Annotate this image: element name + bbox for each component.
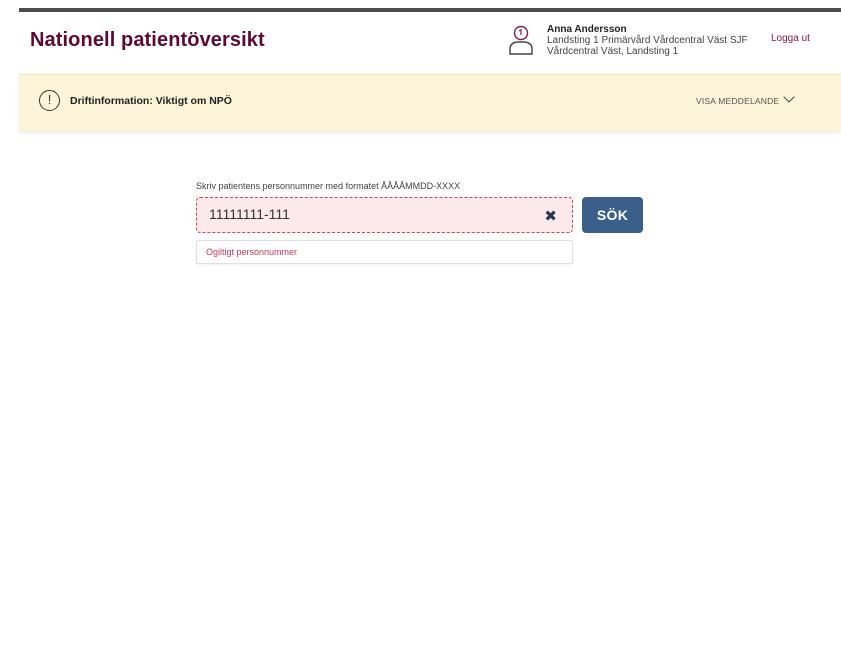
show-message-label: VISA MEDDELANDE [696, 96, 780, 106]
app-header: Nationell patientöversikt Anna Andersson… [19, 12, 841, 74]
user-info: Anna Andersson Landsting 1 Primärvård Vå… [547, 24, 748, 57]
personnummer-field: ✖ [196, 197, 573, 233]
show-message-toggle[interactable]: VISA MEDDELANDE [696, 91, 795, 106]
user-profile-icon [509, 25, 533, 55]
close-icon[interactable]: ✖ [544, 207, 557, 225]
banner-message: Driftinformation: Viktigt om NPÖ [70, 95, 232, 107]
user-organization: Vårdcentral Väst, Landsting 1 [547, 46, 679, 57]
search-button[interactable]: SÖK [582, 197, 643, 233]
user-name: Anna Andersson [547, 24, 627, 35]
chevron-down-icon [783, 91, 795, 103]
logout-link[interactable]: Logga ut [771, 33, 810, 44]
error-message: Ogiltigt personnummer [206, 247, 298, 257]
user-unit: Landsting 1 Primärvård Vårdcentral Väst … [547, 35, 748, 46]
search-label: Skriv patientens personnummer med format… [196, 181, 461, 191]
exclamation-circle-icon: ! [39, 90, 60, 111]
personnummer-input[interactable] [209, 206, 529, 222]
app-title: Nationell patientöversikt [30, 29, 265, 51]
error-message-box: Ogiltigt personnummer [196, 240, 573, 264]
info-banner: ! Driftinformation: Viktigt om NPÖ VISA … [19, 74, 841, 131]
